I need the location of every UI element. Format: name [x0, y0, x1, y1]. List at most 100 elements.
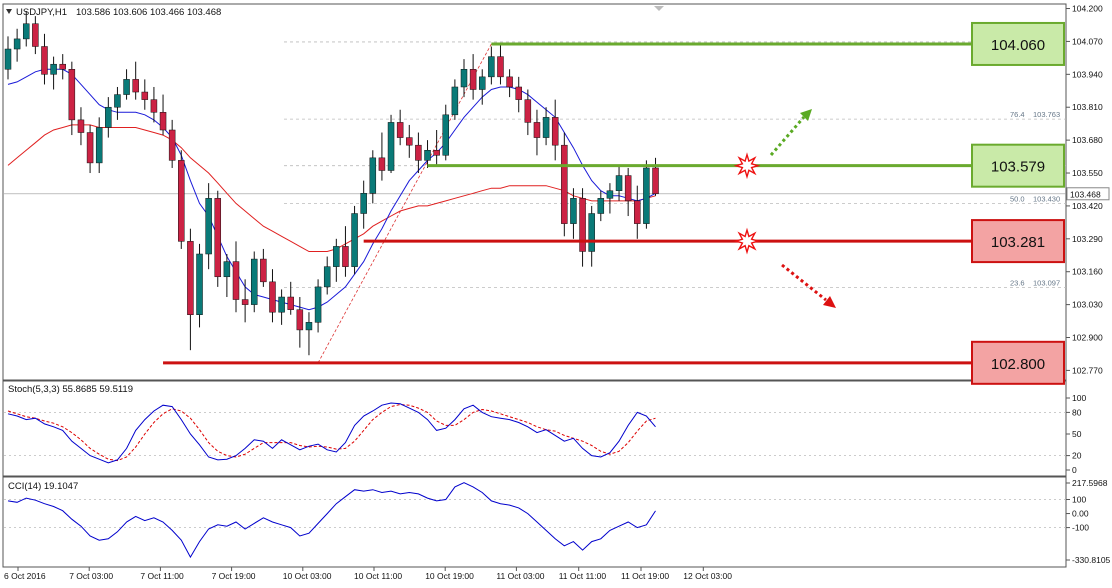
candle-body — [287, 296, 294, 310]
price-tick-label: 104.070 — [1072, 36, 1103, 46]
cci-tick-label: 100 — [1072, 495, 1086, 505]
candle-body — [323, 266, 331, 288]
candle-body — [41, 46, 48, 75]
stoch-tick-label: 0 — [1072, 465, 1077, 475]
time-axis: 6 Oct 2016 7 Oct 03:00 7 Oct 11:00 7 Oct 19… — [4, 567, 732, 581]
candle-body — [296, 309, 304, 331]
stoch-tick-label: 20 — [1072, 451, 1082, 461]
price-tick-label: 103.160 — [1072, 267, 1103, 277]
price-tick-label: 103.940 — [1072, 69, 1103, 79]
candle-body — [561, 144, 568, 224]
price-tick-label: 103.420 — [1072, 201, 1103, 211]
stoch-tick-label: 100 — [1072, 393, 1086, 403]
price-tick-label: 102.770 — [1072, 365, 1103, 375]
candle-body — [597, 198, 605, 214]
candle-body — [342, 246, 349, 267]
time-tick-label: 7 Oct 03:00 — [69, 571, 113, 581]
candle-body — [13, 38, 21, 50]
cci-axis: 217.5968 100 0.00 -100 -330.8105 — [1066, 478, 1111, 565]
fib-ratio-label: 23.6 — [1010, 279, 1025, 288]
cci-tick-label: 217.5968 — [1072, 478, 1108, 488]
candle-body — [4, 48, 12, 70]
time-tick-label: 10 Oct 19:00 — [425, 571, 474, 581]
candle-body — [269, 281, 276, 313]
candle-body — [59, 63, 66, 70]
candle-body — [643, 167, 650, 224]
candle-body — [506, 76, 513, 88]
stoch-axis: 100 80 50 20 0 — [1066, 393, 1086, 475]
candle-body — [615, 175, 623, 191]
candle-body — [433, 149, 440, 156]
cci-tick-label: -100 — [1072, 523, 1089, 533]
candle-body — [652, 167, 659, 195]
candle-body — [150, 99, 158, 113]
candle-body — [223, 261, 231, 278]
starburst-icon — [733, 152, 761, 180]
time-tick-label: 11 Oct 19:00 — [621, 571, 669, 581]
time-tick-label: 10 Oct 03:00 — [283, 571, 332, 581]
candle-body — [488, 56, 495, 78]
candle-body — [333, 246, 340, 267]
price-tick-label: 103.680 — [1072, 135, 1103, 145]
candle-body — [86, 132, 94, 164]
candle-body — [314, 286, 322, 323]
level-price-label: 102.800 — [991, 356, 1045, 373]
stoch-pane[interactable] — [2, 380, 1067, 477]
chart-window[interactable]: 104.200 104.070 103.940 103.810 103.680 103.5… — [0, 0, 1112, 588]
candle-body — [497, 56, 504, 78]
cci-tick-label: -330.8105 — [1072, 555, 1111, 565]
candle-body — [123, 79, 130, 95]
price-tick-label: 104.200 — [1072, 4, 1103, 14]
price-tick-label: 103.810 — [1072, 102, 1103, 112]
candle-body — [451, 86, 459, 116]
candle-body — [305, 322, 313, 331]
candle-body — [351, 213, 358, 267]
candle-body — [442, 114, 450, 156]
candle-body — [105, 106, 112, 128]
candle-body — [524, 99, 532, 123]
candle-body — [32, 23, 39, 47]
time-tick-label: 7 Oct 11:00 — [140, 571, 184, 581]
stoch-tick-label: 80 — [1072, 407, 1082, 417]
candle-body — [232, 261, 240, 300]
candle-body — [460, 69, 468, 88]
candle-body — [396, 122, 404, 138]
candle-body — [478, 76, 486, 90]
candle-body — [415, 144, 422, 161]
candle-body — [250, 258, 258, 305]
time-tick-label: 12 Oct 03:00 — [683, 571, 732, 581]
candle-body — [378, 157, 386, 171]
candle-body — [515, 86, 522, 100]
candle-body — [533, 122, 541, 138]
starburst-icon — [733, 227, 761, 255]
fib-price-label: 103.763 — [1033, 110, 1060, 119]
candle-body — [469, 69, 477, 90]
main-pane[interactable] — [2, 3, 1067, 381]
candle-body — [205, 198, 212, 255]
candle-body — [260, 258, 267, 283]
candle-body — [606, 190, 614, 199]
candle-body — [22, 23, 30, 40]
candle-body — [241, 299, 249, 305]
candle-body — [132, 79, 139, 93]
stoch-label: Stoch(5,3,3) 55.8685 59.5119 — [8, 384, 133, 395]
time-tick-label: 11 Oct 03:00 — [496, 571, 544, 581]
candle-body — [551, 117, 559, 146]
level-price-label: 103.281 — [991, 234, 1045, 251]
candle-body — [50, 63, 57, 75]
candle-body — [369, 157, 377, 194]
candle-body — [77, 119, 85, 133]
candle-body — [196, 253, 203, 315]
candle-body — [406, 137, 413, 146]
price-tick-label: 103.290 — [1072, 234, 1103, 244]
candle-body — [178, 160, 185, 242]
level-price-label: 104.060 — [991, 37, 1045, 54]
candle-body — [634, 200, 641, 224]
candle-body — [159, 112, 167, 131]
current-price-label: 103.468 — [1070, 189, 1101, 199]
candle-body — [424, 149, 431, 161]
candle-body — [187, 241, 194, 315]
time-tick-label: 11 Oct 11:00 — [559, 571, 607, 581]
candle-body — [214, 198, 222, 278]
symbol-label: USDJPY,H1 — [16, 7, 67, 18]
